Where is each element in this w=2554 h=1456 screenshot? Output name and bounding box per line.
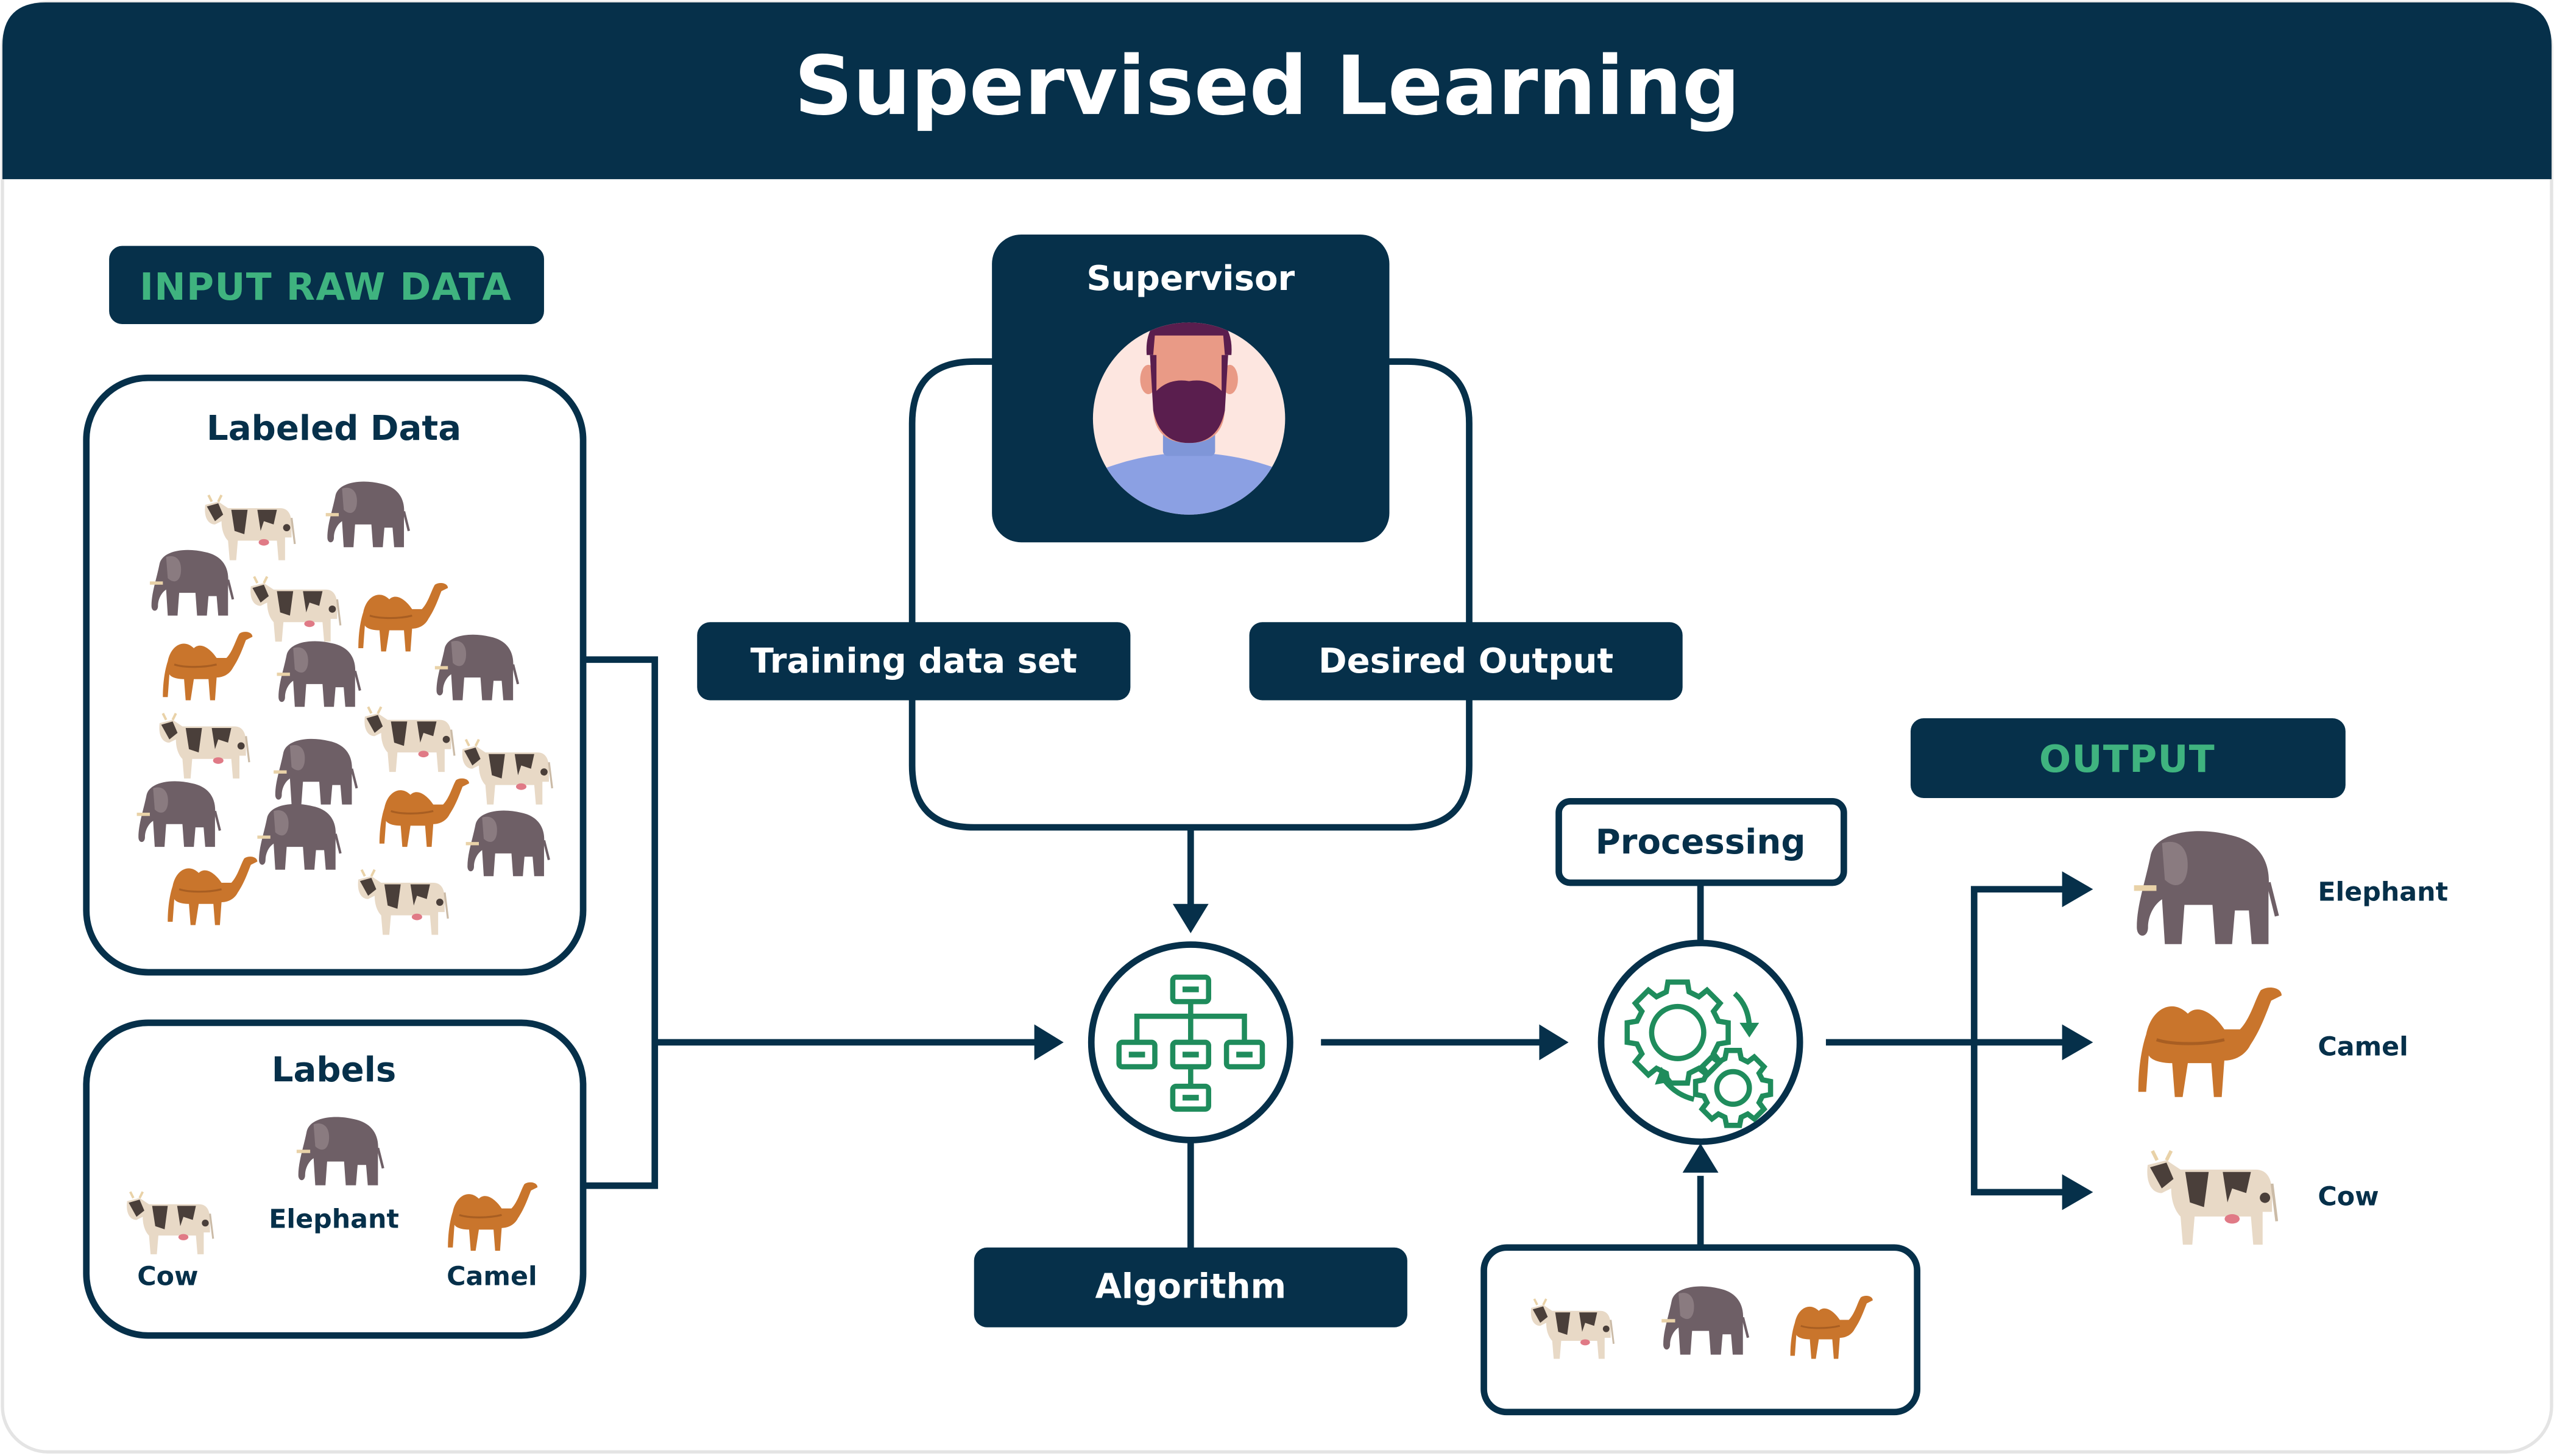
input-raw-data-label: INPUT RAW DATA — [140, 266, 512, 309]
algorithm-node — [1088, 941, 1293, 1143]
output-elephant-label: Elephant — [2318, 877, 2448, 907]
labeled-data-title: Labeled Data — [207, 409, 461, 448]
processing-badge: Processing — [1555, 797, 1847, 886]
training-data-set-label: Training data set — [751, 641, 1077, 681]
processing-input-panel — [1480, 1244, 1921, 1416]
label-cow-text: Cow — [137, 1261, 198, 1292]
desired-output-badge: Desired Output — [1249, 622, 1683, 701]
labeled-data-panel: Labeled Data — [83, 374, 587, 976]
output-camel-label: Camel — [2318, 1031, 2408, 1062]
output-heading: OUTPUT — [1910, 718, 2346, 798]
output-cow-label: Cow — [2318, 1181, 2379, 1212]
header-bar: Supervised Learning — [2, 2, 2552, 180]
processing-label: Processing — [1596, 822, 1806, 862]
labels-panel: Labels Cow Elephant Camel — [83, 1019, 587, 1339]
training-data-set-badge: Training data set — [697, 622, 1131, 701]
page-title: Supervised Learning — [794, 38, 1741, 133]
processing-node — [1597, 939, 1803, 1145]
supervisor-title: Supervisor — [1086, 259, 1295, 299]
supervised-learning-diagram: Supervised Learning INPUT RAW DATA Label… — [1, 1, 2553, 1454]
label-elephant-text: Elephant — [269, 1204, 399, 1235]
output-heading-label: OUTPUT — [2039, 738, 2215, 781]
labels-title: Labels — [272, 1050, 397, 1090]
algorithm-badge: Algorithm — [974, 1247, 1407, 1327]
desired-output-label: Desired Output — [1318, 641, 1613, 681]
algorithm-label: Algorithm — [1095, 1267, 1287, 1307]
input-raw-data-heading: INPUT RAW DATA — [109, 246, 544, 325]
label-camel-text: Camel — [447, 1261, 537, 1292]
supervisor-panel: Supervisor — [992, 234, 1390, 543]
